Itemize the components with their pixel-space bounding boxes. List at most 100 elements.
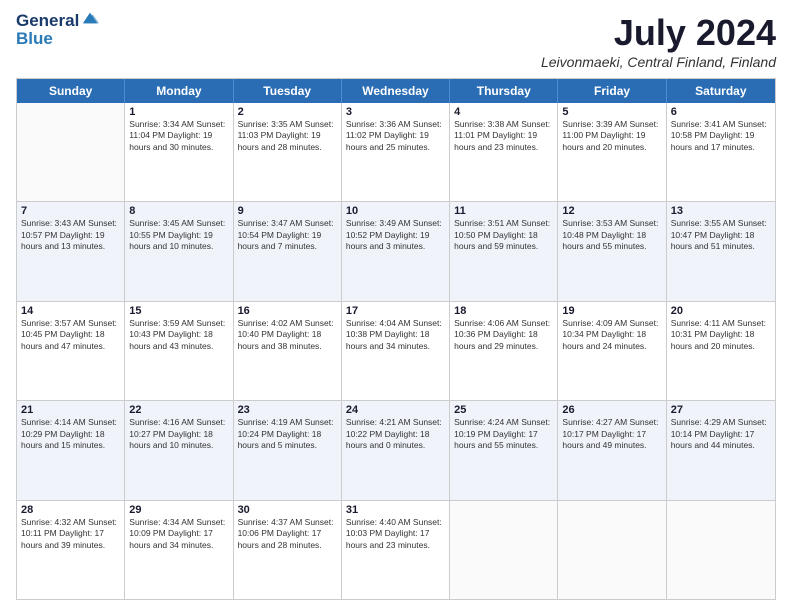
day-cell: 20Sunrise: 4:11 AM Sunset: 10:31 PM Dayl… — [667, 302, 775, 400]
day-number: 23 — [238, 404, 337, 416]
day-cell: 7Sunrise: 3:43 AM Sunset: 10:57 PM Dayli… — [17, 202, 125, 300]
week-row-0: 1Sunrise: 3:34 AM Sunset: 11:04 PM Dayli… — [17, 103, 775, 202]
day-info: Sunrise: 3:45 AM Sunset: 10:55 PM Daylig… — [129, 218, 228, 252]
day-number: 2 — [238, 106, 337, 118]
day-cell — [450, 501, 558, 599]
logo-icon — [81, 9, 99, 27]
day-cell: 31Sunrise: 4:40 AM Sunset: 10:03 PM Dayl… — [342, 501, 450, 599]
day-number: 20 — [671, 305, 771, 317]
day-info: Sunrise: 3:36 AM Sunset: 11:02 PM Daylig… — [346, 119, 445, 153]
day-info: Sunrise: 4:27 AM Sunset: 10:17 PM Daylig… — [562, 417, 661, 451]
day-number: 14 — [21, 305, 120, 317]
day-number: 19 — [562, 305, 661, 317]
week-row-4: 28Sunrise: 4:32 AM Sunset: 10:11 PM Dayl… — [17, 501, 775, 599]
day-cell: 30Sunrise: 4:37 AM Sunset: 10:06 PM Dayl… — [234, 501, 342, 599]
day-cell: 16Sunrise: 4:02 AM Sunset: 10:40 PM Dayl… — [234, 302, 342, 400]
day-header-sunday: Sunday — [17, 79, 125, 103]
day-cell: 6Sunrise: 3:41 AM Sunset: 10:58 PM Dayli… — [667, 103, 775, 201]
day-cell: 4Sunrise: 3:38 AM Sunset: 11:01 PM Dayli… — [450, 103, 558, 201]
day-info: Sunrise: 3:55 AM Sunset: 10:47 PM Daylig… — [671, 218, 771, 252]
day-header-saturday: Saturday — [667, 79, 775, 103]
day-number: 24 — [346, 404, 445, 416]
day-header-friday: Friday — [558, 79, 666, 103]
day-number: 16 — [238, 305, 337, 317]
logo-text-line2: Blue — [16, 29, 99, 49]
day-info: Sunrise: 3:41 AM Sunset: 10:58 PM Daylig… — [671, 119, 771, 153]
day-number: 4 — [454, 106, 553, 118]
day-cell: 2Sunrise: 3:35 AM Sunset: 11:03 PM Dayli… — [234, 103, 342, 201]
day-cell — [667, 501, 775, 599]
day-info: Sunrise: 4:19 AM Sunset: 10:24 PM Daylig… — [238, 417, 337, 451]
logo-text-line1: General — [16, 12, 79, 31]
day-number: 28 — [21, 504, 120, 516]
day-info: Sunrise: 4:09 AM Sunset: 10:34 PM Daylig… — [562, 318, 661, 352]
day-info: Sunrise: 4:37 AM Sunset: 10:06 PM Daylig… — [238, 517, 337, 551]
title-section: July 2024 Leivonmaeki, Central Finland, … — [541, 12, 776, 70]
day-number: 18 — [454, 305, 553, 317]
day-info: Sunrise: 4:21 AM Sunset: 10:22 PM Daylig… — [346, 417, 445, 451]
day-info: Sunrise: 4:40 AM Sunset: 10:03 PM Daylig… — [346, 517, 445, 551]
day-number: 22 — [129, 404, 228, 416]
day-cell: 5Sunrise: 3:39 AM Sunset: 11:00 PM Dayli… — [558, 103, 666, 201]
day-info: Sunrise: 3:57 AM Sunset: 10:45 PM Daylig… — [21, 318, 120, 352]
day-cell: 19Sunrise: 4:09 AM Sunset: 10:34 PM Dayl… — [558, 302, 666, 400]
day-info: Sunrise: 3:38 AM Sunset: 11:01 PM Daylig… — [454, 119, 553, 153]
day-number: 29 — [129, 504, 228, 516]
day-header-tuesday: Tuesday — [234, 79, 342, 103]
day-number: 10 — [346, 205, 445, 217]
day-cell: 23Sunrise: 4:19 AM Sunset: 10:24 PM Dayl… — [234, 401, 342, 499]
day-info: Sunrise: 4:34 AM Sunset: 10:09 PM Daylig… — [129, 517, 228, 551]
day-cell — [558, 501, 666, 599]
day-cell: 25Sunrise: 4:24 AM Sunset: 10:19 PM Dayl… — [450, 401, 558, 499]
day-number: 21 — [21, 404, 120, 416]
day-cell: 10Sunrise: 3:49 AM Sunset: 10:52 PM Dayl… — [342, 202, 450, 300]
day-info: Sunrise: 3:49 AM Sunset: 10:52 PM Daylig… — [346, 218, 445, 252]
main-title: July 2024 — [541, 12, 776, 54]
week-row-1: 7Sunrise: 3:43 AM Sunset: 10:57 PM Dayli… — [17, 202, 775, 301]
page: General Blue July 2024 Leivonmaeki, Cent… — [0, 0, 792, 612]
day-cell: 21Sunrise: 4:14 AM Sunset: 10:29 PM Dayl… — [17, 401, 125, 499]
day-cell: 24Sunrise: 4:21 AM Sunset: 10:22 PM Dayl… — [342, 401, 450, 499]
day-cell: 11Sunrise: 3:51 AM Sunset: 10:50 PM Dayl… — [450, 202, 558, 300]
day-number: 6 — [671, 106, 771, 118]
header: General Blue July 2024 Leivonmaeki, Cent… — [16, 12, 776, 70]
day-cell: 14Sunrise: 3:57 AM Sunset: 10:45 PM Dayl… — [17, 302, 125, 400]
day-info: Sunrise: 4:02 AM Sunset: 10:40 PM Daylig… — [238, 318, 337, 352]
day-info: Sunrise: 3:39 AM Sunset: 11:00 PM Daylig… — [562, 119, 661, 153]
day-cell: 15Sunrise: 3:59 AM Sunset: 10:43 PM Dayl… — [125, 302, 233, 400]
day-info: Sunrise: 3:53 AM Sunset: 10:48 PM Daylig… — [562, 218, 661, 252]
day-info: Sunrise: 3:47 AM Sunset: 10:54 PM Daylig… — [238, 218, 337, 252]
day-number: 15 — [129, 305, 228, 317]
week-row-3: 21Sunrise: 4:14 AM Sunset: 10:29 PM Dayl… — [17, 401, 775, 500]
day-header-thursday: Thursday — [450, 79, 558, 103]
week-row-2: 14Sunrise: 3:57 AM Sunset: 10:45 PM Dayl… — [17, 302, 775, 401]
day-cell: 18Sunrise: 4:06 AM Sunset: 10:36 PM Dayl… — [450, 302, 558, 400]
day-number: 30 — [238, 504, 337, 516]
day-cell: 17Sunrise: 4:04 AM Sunset: 10:38 PM Dayl… — [342, 302, 450, 400]
calendar-body: 1Sunrise: 3:34 AM Sunset: 11:04 PM Dayli… — [17, 103, 775, 599]
day-number: 3 — [346, 106, 445, 118]
day-header-wednesday: Wednesday — [342, 79, 450, 103]
day-cell: 3Sunrise: 3:36 AM Sunset: 11:02 PM Dayli… — [342, 103, 450, 201]
day-cell: 8Sunrise: 3:45 AM Sunset: 10:55 PM Dayli… — [125, 202, 233, 300]
day-info: Sunrise: 4:06 AM Sunset: 10:36 PM Daylig… — [454, 318, 553, 352]
day-info: Sunrise: 3:59 AM Sunset: 10:43 PM Daylig… — [129, 318, 228, 352]
day-number: 31 — [346, 504, 445, 516]
day-cell: 1Sunrise: 3:34 AM Sunset: 11:04 PM Dayli… — [125, 103, 233, 201]
day-info: Sunrise: 4:14 AM Sunset: 10:29 PM Daylig… — [21, 417, 120, 451]
day-info: Sunrise: 4:16 AM Sunset: 10:27 PM Daylig… — [129, 417, 228, 451]
day-cell: 26Sunrise: 4:27 AM Sunset: 10:17 PM Dayl… — [558, 401, 666, 499]
day-header-monday: Monday — [125, 79, 233, 103]
day-cell: 13Sunrise: 3:55 AM Sunset: 10:47 PM Dayl… — [667, 202, 775, 300]
day-number: 5 — [562, 106, 661, 118]
day-number: 8 — [129, 205, 228, 217]
day-cell: 22Sunrise: 4:16 AM Sunset: 10:27 PM Dayl… — [125, 401, 233, 499]
day-info: Sunrise: 4:24 AM Sunset: 10:19 PM Daylig… — [454, 417, 553, 451]
day-info: Sunrise: 4:11 AM Sunset: 10:31 PM Daylig… — [671, 318, 771, 352]
day-info: Sunrise: 3:51 AM Sunset: 10:50 PM Daylig… — [454, 218, 553, 252]
day-info: Sunrise: 3:34 AM Sunset: 11:04 PM Daylig… — [129, 119, 228, 153]
day-cell: 28Sunrise: 4:32 AM Sunset: 10:11 PM Dayl… — [17, 501, 125, 599]
subtitle: Leivonmaeki, Central Finland, Finland — [541, 54, 776, 70]
day-number: 1 — [129, 106, 228, 118]
day-number: 26 — [562, 404, 661, 416]
